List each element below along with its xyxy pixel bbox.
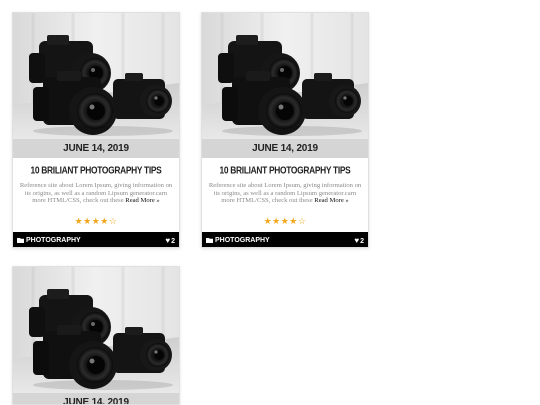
post-title[interactable]: 10 BRILIANT PHOTOGRAPHY TIPS [202,164,368,176]
category-label: PHOTOGRAPHY [215,237,270,244]
rating-stars: ★★★★☆ [74,216,118,226]
post-title[interactable]: 10 BRILIANT PHOTOGRAPHY TIPS [13,164,179,176]
post-image[interactable] [202,13,368,139]
post-image[interactable] [13,13,179,139]
post-date: JUNE 14, 2019 [13,393,179,404]
read-more-link[interactable]: Read More » [314,197,348,204]
likes-button[interactable]: ♥2 [354,232,364,247]
post-excerpt: Reference site about Lorem Ipsum, giving… [19,182,173,205]
post-footer: PHOTOGRAPHY ♥2 [13,232,179,247]
likes-count: 2 [171,238,175,245]
category-link[interactable]: PHOTOGRAPHY [17,232,81,247]
post-footer: PHOTOGRAPHY ♥2 [202,232,368,247]
folder-icon [17,238,24,244]
post-card: JUNE 14, 2019 10 BRILIANT PHOTOGRAPHY TI… [12,12,180,248]
post-excerpt: Reference site about Lorem Ipsum, giving… [208,182,362,205]
category-link[interactable]: PHOTOGRAPHY [206,232,270,247]
post-date: JUNE 14, 2019 [202,139,368,158]
read-more-link[interactable]: Read More » [125,197,159,204]
post-date: JUNE 14, 2019 [13,139,179,158]
likes-count: 2 [360,238,364,245]
heart-icon: ♥ [354,236,360,245]
folder-icon [206,238,213,244]
likes-button[interactable]: ♥2 [165,232,175,247]
post-card: JUNE 14, 2019 [12,266,180,405]
post-image[interactable] [13,267,179,393]
post-card: JUNE 14, 2019 10 BRILIANT PHOTOGRAPHY TI… [201,12,369,248]
rating-stars: ★★★★☆ [263,216,307,226]
category-label: PHOTOGRAPHY [26,237,81,244]
heart-icon: ♥ [165,236,171,245]
